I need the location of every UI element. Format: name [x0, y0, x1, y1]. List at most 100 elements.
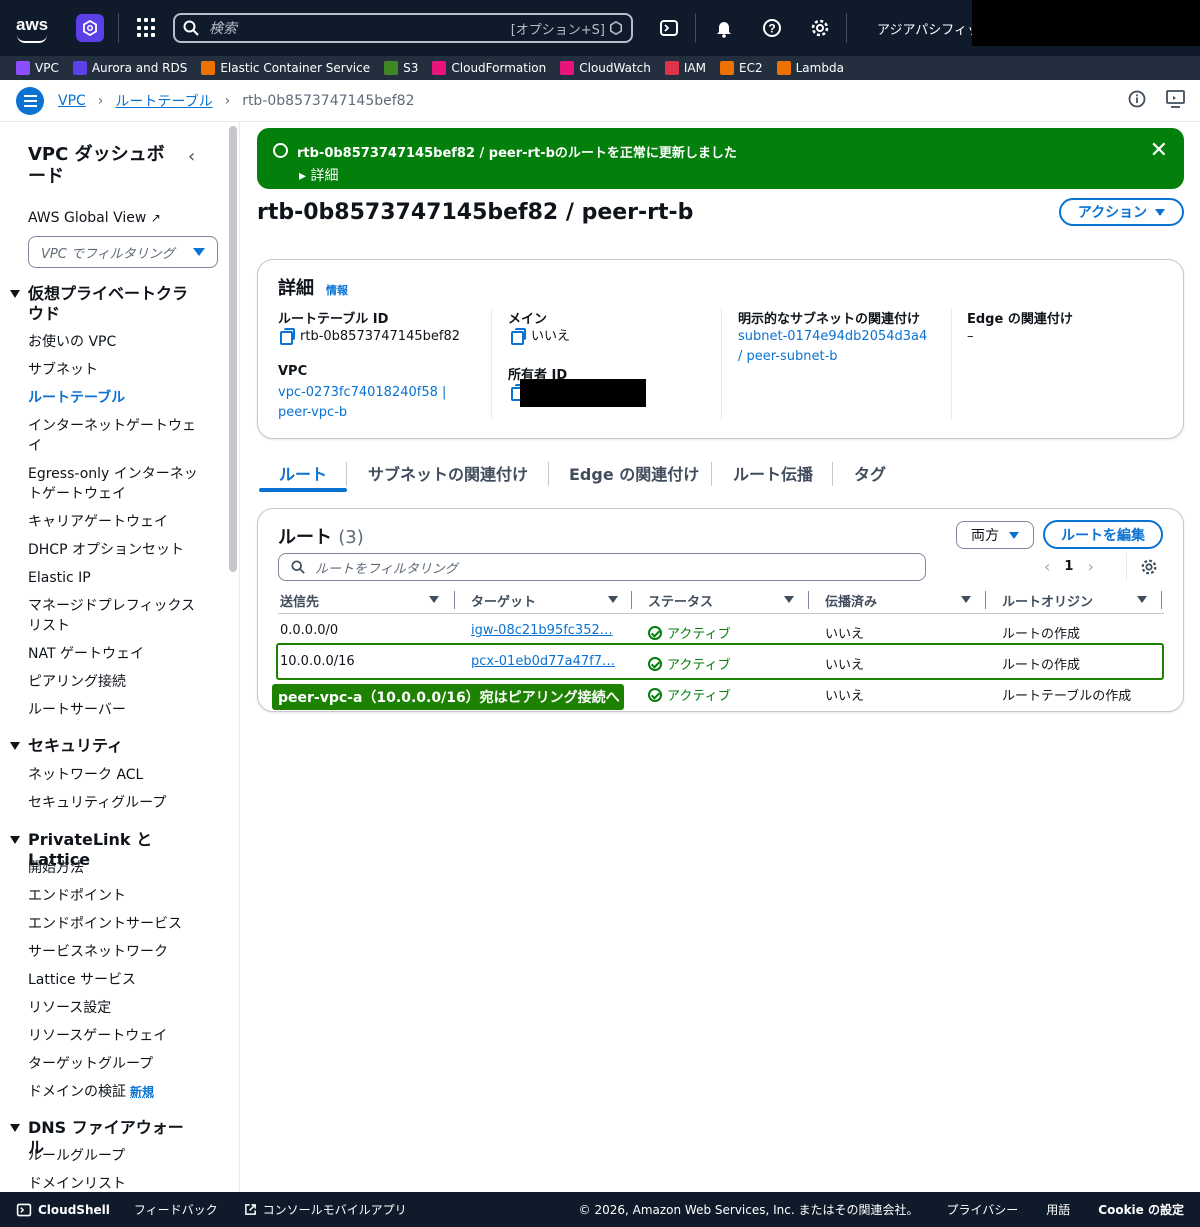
sidebar-item[interactable]: エンドポイントサービス — [28, 914, 208, 934]
sidebar-item[interactable]: ピアリング接続 — [28, 672, 208, 692]
sort-caret-icon[interactable] — [961, 596, 971, 603]
sidebar-item[interactable]: ドメインの検証 新規 — [28, 1082, 208, 1102]
sidebar-item[interactable]: ルールグループ — [28, 1146, 208, 1166]
column-header-route-origin[interactable]: ルートオリジン — [1002, 591, 1093, 610]
chevron-right-icon[interactable]: › — [1087, 557, 1093, 576]
sidebar-item[interactable]: キャリアゲートウェイ — [28, 512, 208, 532]
routes-card: ルート (3) 両方 ルートを編集 ルートをフィルタリング ‹ 1 › 送信先 … — [257, 508, 1184, 712]
route-filter-input[interactable]: ルートをフィルタリング — [278, 553, 926, 581]
caret-down-icon — [1009, 531, 1019, 539]
app-grid-icon[interactable] — [137, 18, 157, 38]
sidebar-scrollbar[interactable] — [229, 126, 237, 572]
expand-caret-icon — [10, 742, 20, 750]
favorite-iam[interactable]: IAM — [664, 61, 706, 75]
sidebar-item[interactable]: セキュリティグループ — [28, 793, 208, 813]
sidebar-item[interactable]: Elastic IP — [28, 568, 208, 588]
sidebar-item[interactable]: ネットワーク ACL — [28, 765, 208, 785]
cloudshell-icon[interactable] — [657, 16, 681, 40]
sidebar-item[interactable]: DHCP オプションセット — [28, 540, 208, 560]
global-view-link[interactable]: AWS Global View ↗ — [28, 210, 161, 226]
info-panel-icon[interactable] — [1128, 90, 1146, 108]
flash-detail-toggle[interactable]: ▸ 詳細 — [299, 165, 338, 185]
sidebar-item[interactable]: インターネットゲートウェイ — [28, 416, 208, 456]
sidebar-item[interactable]: サブネット — [28, 360, 208, 380]
sort-caret-icon[interactable] — [784, 596, 794, 603]
side-navigation: VPC ダッシュボード ‹ AWS Global View ↗ VPC でフィル… — [0, 122, 240, 1192]
sort-caret-icon[interactable] — [1137, 596, 1147, 603]
route-target-link[interactable]: igw-08c21b95fc352… — [471, 623, 617, 638]
services-hex-icon[interactable] — [76, 14, 104, 42]
footer: CloudShell フィードバック コンソールモバイルアプリ © 2026, … — [0, 1192, 1200, 1227]
settings-gear-icon[interactable] — [808, 16, 832, 40]
favorite-ec2[interactable]: EC2 — [720, 61, 763, 75]
breadcrumb-bar: VPC › ルートテーブル › rtb-0b8573747145bef82 — [0, 80, 1200, 122]
chevron-left-icon[interactable]: ‹ — [1044, 557, 1050, 576]
copy-icon[interactable] — [280, 328, 295, 345]
column-header-status[interactable]: ステータス — [648, 591, 713, 610]
feedback-link[interactable]: フィードバック — [134, 1201, 218, 1218]
sidebar-item[interactable]: 開始方法 — [28, 858, 208, 878]
terms-link[interactable]: 用語 — [1046, 1201, 1070, 1218]
subnet-link[interactable]: subnet-0174e94db2054d3a4/ peer-subnet-b — [738, 327, 927, 367]
favorite-elastic-container-service[interactable]: Elastic Container Service — [201, 61, 370, 75]
sidebar-item[interactable]: ターゲットグループ — [28, 1054, 208, 1074]
sidebar-item[interactable]: マネージドプレフィックスリスト — [28, 596, 208, 636]
privacy-link[interactable]: プライバシー — [947, 1201, 1019, 1218]
sort-caret-icon[interactable] — [608, 596, 618, 603]
sidebar-section-vpc[interactable]: 仮想プライベートクラウド — [10, 284, 210, 324]
column-header-propagated[interactable]: 伝播済み — [825, 591, 877, 610]
tab-routes[interactable]: ルート — [279, 461, 327, 485]
breadcrumb-route-tables[interactable]: ルートテーブル — [115, 91, 212, 111]
close-icon[interactable]: ✕ — [1150, 138, 1168, 163]
info-link[interactable]: 情報 — [326, 282, 348, 298]
tab-tags[interactable]: タグ — [854, 461, 886, 485]
tab-route-propagation[interactable]: ルート伝播 — [733, 461, 813, 485]
cookie-settings-link[interactable]: Cookie の設定 — [1098, 1201, 1184, 1218]
favorite-cloudformation[interactable]: CloudFormation — [432, 61, 546, 75]
notifications-bell-icon[interactable] — [712, 16, 736, 40]
sidebar-item[interactable]: リソースゲートウェイ — [28, 1026, 208, 1046]
favorite-lambda[interactable]: Lambda — [776, 61, 844, 75]
collapse-chevron-icon[interactable]: ‹ — [188, 146, 195, 167]
caret-down-icon — [193, 248, 205, 256]
tutorial-panel-icon[interactable] — [1166, 90, 1186, 108]
favorite-aurora-and-rds[interactable]: Aurora and RDS — [72, 61, 187, 75]
vpc-link[interactable]: vpc-0273fc74018240f58 | peer-vpc-b — [278, 383, 446, 423]
help-icon[interactable]: ? — [760, 16, 784, 40]
aws-logo[interactable]: aws — [14, 11, 62, 45]
page-number[interactable]: 1 — [1064, 559, 1073, 574]
favorite-vpc[interactable]: VPC — [16, 61, 59, 75]
table-settings-gear-icon[interactable] — [1140, 558, 1158, 580]
edge-association-label: Edge の関連付け — [967, 312, 1073, 327]
breadcrumb-vpc[interactable]: VPC — [58, 93, 86, 109]
cloudshell-link[interactable]: CloudShell — [16, 1202, 110, 1218]
sidebar-item[interactable]: エンドポイント — [28, 886, 208, 906]
edit-routes-button[interactable]: ルートを編集 — [1043, 520, 1163, 549]
side-navigation-toggle[interactable] — [16, 86, 44, 115]
sidebar-item[interactable]: リソース設定 — [28, 998, 208, 1018]
sidebar-item[interactable]: ドメインリスト — [28, 1174, 208, 1192]
sort-caret-icon[interactable] — [429, 596, 439, 603]
favorite-cloudwatch[interactable]: CloudWatch — [560, 61, 651, 75]
service-icon — [664, 61, 679, 75]
copy-icon[interactable] — [511, 328, 526, 345]
sidebar-title[interactable]: VPC ダッシュボード — [28, 144, 178, 188]
sidebar-item[interactable]: サービスネットワーク — [28, 942, 208, 962]
sidebar-item[interactable]: お使いの VPC — [28, 332, 208, 352]
column-header-destination[interactable]: 送信先 — [280, 591, 319, 610]
favorite-s3[interactable]: S3 — [384, 61, 418, 75]
actions-button[interactable]: アクション — [1059, 198, 1184, 226]
sidebar-item[interactable]: Egress-only インターネットゲートウェイ — [28, 464, 208, 504]
route-filter-select[interactable]: 両方 — [956, 521, 1034, 549]
column-header-target[interactable]: ターゲット — [471, 591, 536, 610]
sidebar-item[interactable]: NAT ゲートウェイ — [28, 644, 208, 664]
search-input[interactable]: 検索 [オプション+S] — [173, 13, 633, 43]
tab-edge-associations[interactable]: Edge の関連付け — [569, 461, 699, 485]
sidebar-item[interactable]: ルートサーバー — [28, 700, 208, 720]
tab-subnet-associations[interactable]: サブネットの関連付け — [368, 461, 528, 485]
mobile-app-link[interactable]: コンソールモバイルアプリ — [244, 1201, 407, 1218]
sidebar-item[interactable]: Lattice サービス — [28, 970, 208, 990]
sidebar-section-security[interactable]: セキュリティ — [10, 736, 210, 756]
sidebar-item[interactable]: ルートテーブル — [28, 388, 208, 408]
vpc-filter-select[interactable]: VPC でフィルタリング — [28, 236, 218, 268]
